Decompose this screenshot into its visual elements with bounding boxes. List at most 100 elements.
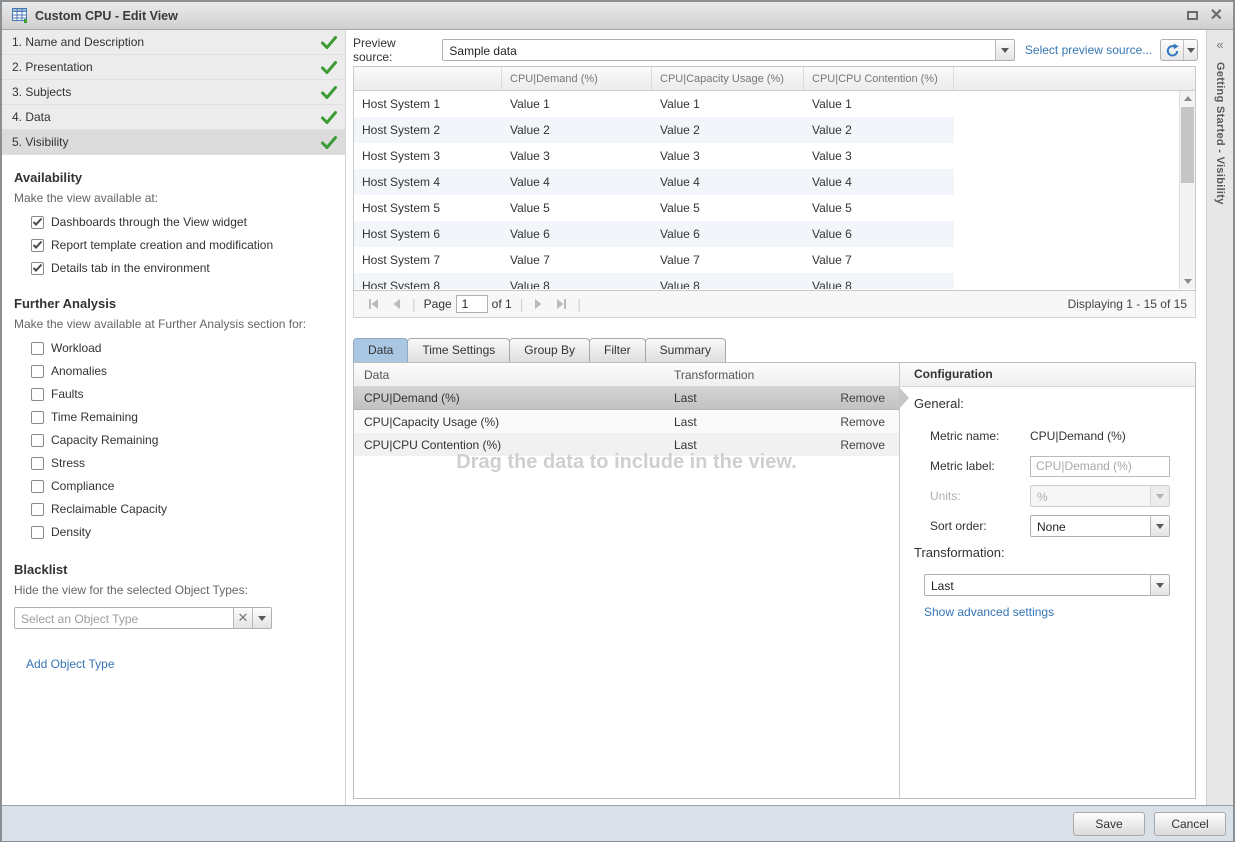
- tab-filter[interactable]: Filter: [589, 338, 646, 362]
- transformation-value: Last: [674, 415, 840, 429]
- refresh-split-button[interactable]: [1160, 39, 1198, 61]
- toolbar-separator: |: [516, 296, 528, 312]
- checkbox-row-capacity-remaining: Capacity Remaining: [31, 433, 333, 447]
- step-subjects[interactable]: 3. Subjects: [2, 80, 345, 105]
- column-header-data[interactable]: Data: [354, 368, 674, 382]
- availability-heading: Availability: [14, 170, 333, 185]
- expand-panel-icon[interactable]: «: [1216, 37, 1223, 52]
- table-row[interactable]: Host System 3 Value 3 Value 3 Value 3: [354, 143, 954, 169]
- checkbox-row-stress: Stress: [31, 456, 333, 470]
- cell-value: Value 1: [502, 97, 652, 111]
- tab-summary[interactable]: Summary: [645, 338, 726, 362]
- close-icon[interactable]: ✕: [1210, 11, 1223, 21]
- step-data[interactable]: 4. Data: [2, 105, 345, 130]
- details-tab-checkbox[interactable]: [31, 262, 44, 275]
- chevron-down-icon[interactable]: [252, 608, 271, 628]
- title-bar: Custom CPU - Edit View ✕: [2, 2, 1233, 30]
- column-header-transformation[interactable]: Transformation: [674, 368, 899, 382]
- anomalies-checkbox[interactable]: [31, 365, 44, 378]
- previous-page-icon[interactable]: [385, 298, 408, 310]
- column-header-cpu-contention[interactable]: CPU|CPU Contention (%): [804, 67, 954, 90]
- cell-value: Value 3: [502, 149, 652, 163]
- chevron-down-icon[interactable]: [995, 40, 1014, 60]
- scrollbar-thumb[interactable]: [1181, 107, 1194, 183]
- table-row[interactable]: Host System 5 Value 5 Value 5 Value 5: [354, 195, 954, 221]
- metric-name: CPU|Demand (%): [354, 391, 674, 405]
- scroll-down-icon[interactable]: [1180, 274, 1195, 289]
- metric-label-input[interactable]: [1030, 456, 1170, 477]
- step-visibility[interactable]: 5. Visibility: [2, 130, 345, 155]
- remove-button[interactable]: Remove: [840, 415, 899, 429]
- page-number-input[interactable]: [456, 295, 488, 313]
- density-checkbox[interactable]: [31, 526, 44, 539]
- tab-data[interactable]: Data: [353, 338, 408, 362]
- compliance-checkbox[interactable]: [31, 480, 44, 493]
- first-page-icon[interactable]: [362, 298, 385, 310]
- page-count-label: of 1: [488, 297, 516, 311]
- chevron-down-icon[interactable]: [1183, 40, 1197, 60]
- checkbox-label: Dashboards through the View widget: [51, 215, 247, 229]
- configuration-heading: Configuration: [900, 363, 1195, 387]
- data-row-cpu-capacity-usage[interactable]: CPU|Capacity Usage (%) Last Remove: [354, 410, 899, 433]
- window-title: Custom CPU - Edit View: [35, 9, 178, 23]
- sort-order-combobox[interactable]: None: [1030, 515, 1170, 537]
- preview-source-combobox[interactable]: Sample data: [442, 39, 1014, 61]
- step-name-and-description[interactable]: 1. Name and Description: [2, 30, 345, 55]
- view-grid-icon: [12, 8, 28, 23]
- add-object-type-link[interactable]: Add Object Type: [26, 657, 115, 671]
- stress-checkbox[interactable]: [31, 457, 44, 470]
- checkbox-label: Report template creation and modificatio…: [51, 238, 273, 252]
- preview-table-header: CPU|Demand (%) CPU|Capacity Usage (%) CP…: [354, 67, 1195, 91]
- getting-started-title: Getting Started - Visibility: [1214, 62, 1226, 205]
- time-remaining-checkbox[interactable]: [31, 411, 44, 424]
- show-advanced-settings-link[interactable]: Show advanced settings: [924, 605, 1054, 619]
- tab-group-by[interactable]: Group By: [509, 338, 590, 362]
- object-type-combobox[interactable]: Select an Object Type ✕: [14, 607, 272, 629]
- last-page-icon[interactable]: [550, 298, 573, 310]
- table-row[interactable]: Host System 2 Value 2 Value 2 Value 2: [354, 117, 954, 143]
- chevron-down-icon[interactable]: [1150, 516, 1169, 536]
- table-row[interactable]: Host System 4 Value 4 Value 4 Value 4: [354, 169, 954, 195]
- dashboards-checkbox[interactable]: [31, 216, 44, 229]
- column-header-cpu-capacity-usage[interactable]: CPU|Capacity Usage (%): [652, 67, 804, 90]
- cell-value: Value 8: [652, 279, 804, 289]
- report-template-checkbox[interactable]: [31, 239, 44, 252]
- column-header-name[interactable]: [354, 67, 502, 90]
- faults-checkbox[interactable]: [31, 388, 44, 401]
- select-preview-source-link[interactable]: Select preview source...: [1025, 43, 1152, 57]
- table-row[interactable]: Host System 7 Value 7 Value 7 Value 7: [354, 247, 954, 273]
- getting-started-panel-collapsed[interactable]: « Getting Started - Visibility: [1206, 30, 1233, 805]
- chevron-down-icon[interactable]: [1150, 575, 1169, 595]
- refresh-icon[interactable]: [1161, 40, 1183, 60]
- step-presentation[interactable]: 2. Presentation: [2, 55, 345, 80]
- cell-value: Value 1: [652, 97, 804, 111]
- capacity-remaining-checkbox[interactable]: [31, 434, 44, 447]
- vertical-scrollbar[interactable]: [1179, 91, 1195, 289]
- table-row[interactable]: Host System 6 Value 6 Value 6 Value 6: [354, 221, 954, 247]
- cell-value: Value 4: [804, 175, 954, 189]
- remove-button[interactable]: Remove: [840, 391, 899, 405]
- remove-button[interactable]: Remove: [840, 438, 899, 452]
- workload-checkbox[interactable]: [31, 342, 44, 355]
- tab-time-settings[interactable]: Time Settings: [407, 338, 510, 362]
- table-row[interactable]: Host System 1 Value 1 Value 1 Value 1: [354, 91, 954, 117]
- cell-value: Value 6: [502, 227, 652, 241]
- column-header-cpu-demand[interactable]: CPU|Demand (%): [502, 67, 652, 90]
- maximize-icon[interactable]: [1187, 11, 1198, 20]
- reclaimable-capacity-checkbox[interactable]: [31, 503, 44, 516]
- table-row[interactable]: Host System 8 Value 8 Value 8 Value 8: [354, 273, 954, 289]
- scroll-up-icon[interactable]: [1180, 91, 1195, 106]
- data-row-cpu-demand[interactable]: CPU|Demand (%) Last Remove: [354, 387, 899, 410]
- cell-host-name: Host System 5: [354, 201, 502, 215]
- cancel-button[interactable]: Cancel: [1154, 812, 1226, 836]
- transformation-combobox[interactable]: Last: [924, 574, 1170, 596]
- step-label: 1. Name and Description: [12, 35, 144, 49]
- transformation-value: Last: [925, 575, 1150, 595]
- clear-icon[interactable]: ✕: [233, 608, 252, 628]
- toolbar-separator: |: [573, 296, 585, 312]
- save-button[interactable]: Save: [1073, 812, 1145, 836]
- checkbox-row-workload: Workload: [31, 341, 333, 355]
- next-page-icon[interactable]: [527, 298, 550, 310]
- preview-source-label: Preview source:: [353, 36, 435, 64]
- cell-host-name: Host System 1: [354, 97, 502, 111]
